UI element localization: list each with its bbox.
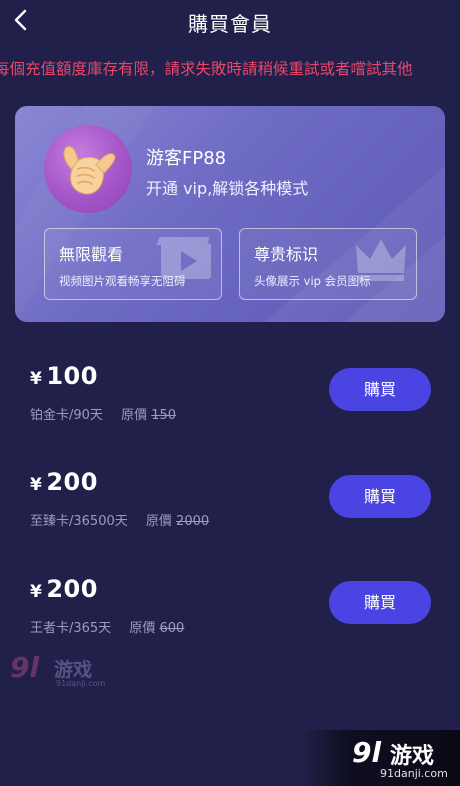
hand-shaka-icon bbox=[63, 146, 116, 195]
watermark-url: 91danji.com bbox=[56, 679, 106, 688]
original-price: 600 bbox=[159, 621, 185, 636]
original-price-label: 原價 bbox=[129, 621, 156, 636]
plan-item: ¥200 王者卡/365天 原價 600 購買 bbox=[0, 575, 460, 647]
original-price-label: 原價 bbox=[145, 514, 172, 529]
feature-title: 尊贵标识 bbox=[254, 245, 319, 264]
watermark-logo: 9l bbox=[10, 651, 40, 684]
avatar bbox=[44, 125, 132, 213]
plan-name: 至臻卡/36500天 bbox=[30, 514, 128, 529]
buy-button[interactable]: 購買 bbox=[329, 368, 431, 411]
plan-item: ¥100 铂金卡/90天 原價 150 購買 bbox=[0, 362, 460, 434]
watermark-logo: 9l bbox=[352, 736, 382, 769]
plan-price: ¥200 bbox=[30, 575, 98, 603]
original-price: 150 bbox=[151, 408, 177, 423]
header: 購買會員 bbox=[0, 0, 460, 44]
watermark-url: 91danji.com bbox=[380, 767, 448, 780]
watermark-text: 游戏 bbox=[390, 744, 435, 769]
original-price: 2000 bbox=[176, 514, 210, 529]
plan-item: ¥200 至臻卡/36500天 原價 2000 購買 bbox=[0, 468, 460, 540]
user-name: 游客FP88 bbox=[146, 148, 227, 169]
vip-description: 开通 vip,解锁各种模式 bbox=[146, 179, 309, 198]
purchase-membership-page: 購買會員 每個充值額度庫存有限，請求失敗時請稍候重試或者嚐試其他 游客FP88 … bbox=[0, 0, 460, 786]
notice-marquee: 每個充值額度庫存有限，請求失敗時請稍候重試或者嚐試其他 bbox=[0, 57, 460, 81]
plan-info: 至臻卡/36500天 原價 2000 bbox=[30, 510, 209, 529]
plan-price: ¥200 bbox=[30, 468, 98, 496]
feature-vip-badge: 尊贵标识 头像展示 vip 会员图标 bbox=[239, 228, 417, 300]
price-value: 200 bbox=[46, 575, 98, 603]
feature-desc: 视频图片观看畅享无阻碍 bbox=[59, 274, 186, 288]
page-title: 購買會員 bbox=[188, 12, 272, 36]
price-value: 200 bbox=[46, 468, 98, 496]
currency-symbol: ¥ bbox=[30, 475, 43, 495]
watermark-text: 游戏 bbox=[54, 659, 93, 681]
feature-desc: 头像展示 vip 会员图标 bbox=[254, 274, 371, 288]
plan-name: 铂金卡/90天 bbox=[30, 408, 103, 423]
buy-button[interactable]: 購買 bbox=[329, 475, 431, 518]
notice-text: 每個充值額度庫存有限，請求失敗時請稍候重試或者嚐試其他 bbox=[0, 60, 413, 78]
currency-symbol: ¥ bbox=[30, 582, 43, 602]
watermark: 9l 游戏 91danji.com bbox=[300, 730, 460, 786]
vip-card: 游客FP88 开通 vip,解锁各种模式 無限觀看 视频图片观看畅享无阻碍 尊贵… bbox=[15, 106, 445, 322]
currency-symbol: ¥ bbox=[30, 369, 43, 389]
feature-unlimited-viewing: 無限觀看 视频图片观看畅享无阻碍 bbox=[44, 228, 222, 300]
buy-button[interactable]: 購買 bbox=[329, 581, 431, 624]
watermark: 9l 游戏 91danji.com bbox=[10, 651, 110, 691]
feature-title: 無限觀看 bbox=[59, 245, 124, 264]
plan-name: 王者卡/365天 bbox=[30, 621, 112, 636]
plan-price: ¥100 bbox=[30, 362, 98, 390]
price-value: 100 bbox=[46, 362, 98, 390]
plan-info: 王者卡/365天 原價 600 bbox=[30, 617, 184, 636]
original-price-label: 原價 bbox=[121, 408, 148, 423]
plan-info: 铂金卡/90天 原價 150 bbox=[30, 404, 176, 423]
